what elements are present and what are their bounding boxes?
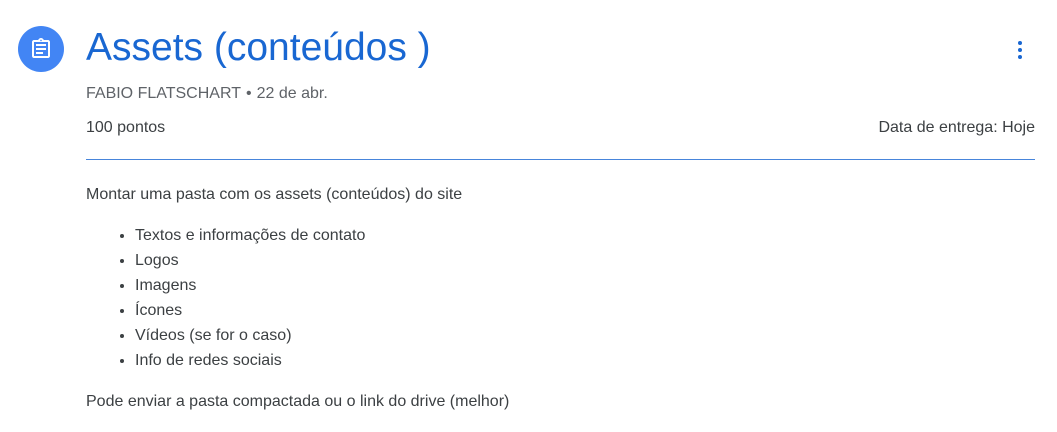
meta-separator: • — [246, 85, 252, 102]
list-item: Ícones — [135, 298, 1026, 323]
more-vert-icon — [1018, 41, 1022, 59]
list-item: Logos — [135, 248, 1026, 273]
description-list: Textos e informações de contato Logos Im… — [86, 223, 1026, 373]
post-date: 22 de abr. — [256, 85, 328, 102]
assignment-page: Assets (conteúdos ) FABIO FLATSCHART • 22 … — [0, 0, 1057, 432]
assignment-description: Montar uma pasta com os assets (conteúdo… — [86, 182, 1026, 414]
description-intro: Montar uma pasta com os assets (conteúdo… — [86, 186, 463, 203]
assignment-meta: FABIO FLATSCHART • 22 de abr. — [86, 83, 328, 105]
more-options-button[interactable] — [1000, 30, 1040, 70]
assignment-icon — [18, 26, 64, 72]
list-item: Imagens — [135, 273, 1026, 298]
due-date-label: Data de entrega: Hoje — [878, 119, 1035, 136]
list-item: Textos e informações de contato — [135, 223, 1026, 248]
points-label: 100 pontos — [86, 119, 166, 136]
list-item: Vídeos (se for o caso) — [135, 323, 1026, 348]
list-item: Info de redes sociais — [135, 348, 1026, 373]
header-divider — [86, 159, 1035, 160]
assignment-title: Assets (conteúdos ) — [86, 26, 431, 69]
description-outro: Pode enviar a pasta compactada ou o link… — [86, 393, 510, 410]
author-name: FABIO FLATSCHART — [86, 85, 241, 102]
